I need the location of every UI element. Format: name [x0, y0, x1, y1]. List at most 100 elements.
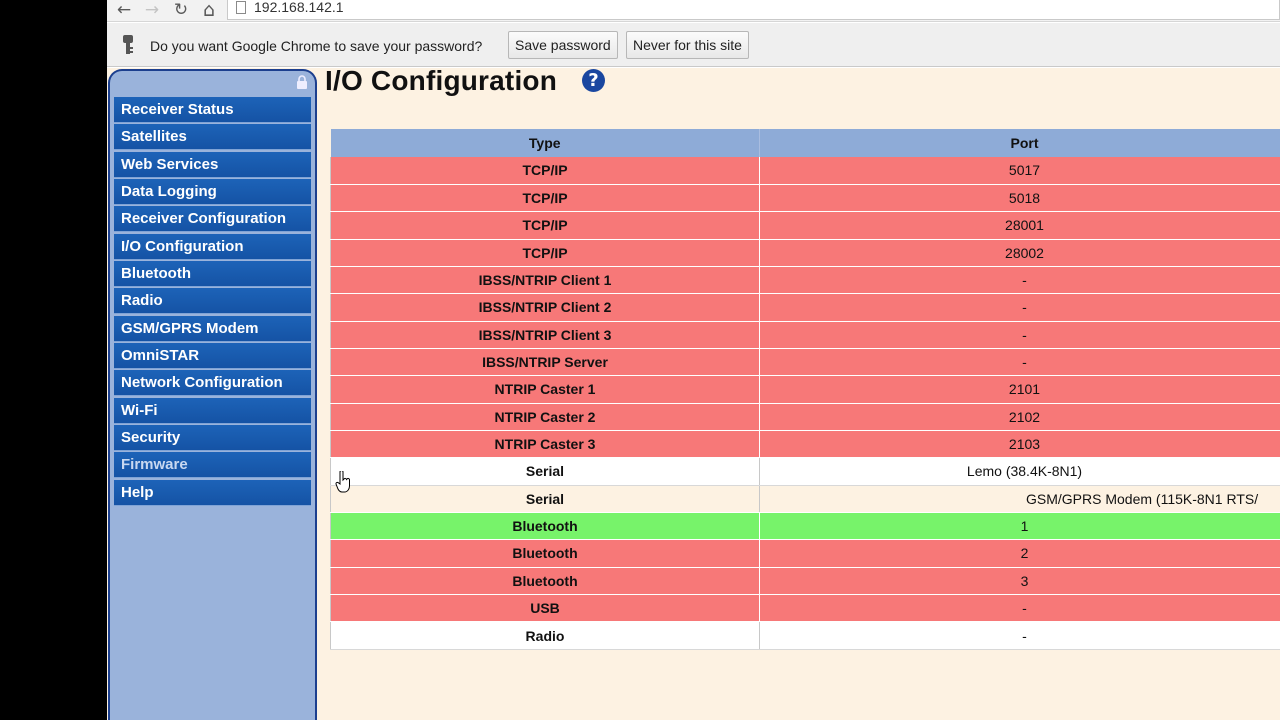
- type-cell: TCP/IP: [330, 184, 760, 213]
- table-body: TCP/IP 5017 TCP/IP 5018 TCP/IP 28001 TCP/IP 280…: [330, 157, 1280, 650]
- key-icon: [123, 35, 133, 54]
- port-value: -: [1022, 600, 1027, 617]
- type-cell: Bluetooth: [330, 512, 760, 541]
- table-row: Bluetooth 3: [330, 567, 1280, 596]
- sidebar-item-web-services[interactable]: Web Services: [114, 151, 311, 178]
- type-cell: NTRIP Caster 2: [330, 403, 760, 431]
- port-value: 28002: [1005, 244, 1044, 261]
- io-configuration-table: Type Port TCP/IP 5017 TCP/IP 5018 TCP/IP 2800…: [330, 129, 1280, 650]
- port-cell: Lemo (38.4K-8N1): [759, 457, 1280, 486]
- port-value: 2: [1020, 545, 1029, 562]
- help-icon[interactable]: ?: [582, 69, 605, 92]
- forward-arrow-icon[interactable]: →: [141, 0, 163, 20]
- never-save-button[interactable]: Never for this site: [626, 31, 749, 59]
- reload-icon[interactable]: ↻: [170, 0, 192, 20]
- port-value: 5017: [1008, 162, 1041, 179]
- sidebar-item-firmware[interactable]: Firmware: [114, 452, 311, 479]
- port-cell: 2: [759, 539, 1280, 568]
- table-row: NTRIP Caster 3 2103: [330, 430, 1280, 459]
- sidebar-item-receiver-configuration[interactable]: Receiver Configuration: [114, 206, 311, 233]
- back-arrow-icon[interactable]: ←: [113, 0, 135, 20]
- port-value: -: [1022, 272, 1027, 289]
- hand-cursor-icon: [335, 471, 350, 493]
- port-cell: 28001: [759, 211, 1280, 240]
- save-password-button[interactable]: Save password: [508, 31, 618, 59]
- port-value: Lemo (38.4K-8N1): [966, 463, 1083, 480]
- type-cell: Bluetooth: [330, 539, 760, 568]
- port-cell: -: [759, 321, 1280, 349]
- port-column-header: Port: [759, 129, 1280, 157]
- port-cell: 5018: [759, 184, 1280, 213]
- infobar-message: Do you want Google Chrome to save your p…: [150, 38, 483, 54]
- sidebar-item-receiver-status[interactable]: Receiver Status: [114, 97, 311, 123]
- port-value: GSM/GPRS Modem (115K-8N1 RTS/: [1026, 490, 1259, 507]
- type-column-header: Type: [330, 129, 760, 157]
- address-bar[interactable]: 192.168.142.1: [227, 0, 1280, 20]
- sidebar-item-data-logging[interactable]: Data Logging: [114, 179, 311, 206]
- port-value: -: [1022, 326, 1027, 343]
- table-row: TCP/IP 5018: [330, 184, 1280, 213]
- lock-icon[interactable]: [296, 75, 308, 89]
- port-value: 28001: [1005, 217, 1044, 234]
- sidebar-item-satellites[interactable]: Satellites: [114, 124, 311, 151]
- sidebar-item-radio[interactable]: Radio: [114, 288, 311, 315]
- page-content: Receiver Status Satellites Web Services Dat…: [107, 65, 1280, 720]
- type-cell: USB: [330, 594, 760, 623]
- type-cell: NTRIP Caster 3: [330, 430, 760, 459]
- browser-window: ← → ↻ ⌂ 192.168.142.1 Do you want Google…: [107, 0, 1280, 720]
- type-cell: TCP/IP: [330, 239, 760, 267]
- sidebar-item-network-configuration[interactable]: Network Configuration: [114, 370, 311, 397]
- table-row: NTRIP Caster 1 2101: [330, 375, 1280, 404]
- page-title: I/O Configuration: [325, 65, 558, 96]
- page-icon: [236, 1, 246, 14]
- port-value: -: [1022, 299, 1027, 316]
- type-cell: IBSS/NTRIP Client 1: [330, 266, 760, 295]
- sidebar-menu: Receiver Status Satellites Web Services Dat…: [114, 97, 311, 507]
- port-cell: -: [759, 594, 1280, 623]
- port-value: 3: [1020, 572, 1029, 589]
- save-password-infobar: Do you want Google Chrome to save your p…: [107, 23, 1280, 67]
- port-cell: 2103: [759, 430, 1280, 459]
- table-row: TCP/IP 28001: [330, 211, 1280, 240]
- type-cell: Bluetooth: [330, 567, 760, 596]
- table-row: Radio -: [330, 621, 1280, 650]
- port-cell: -: [759, 621, 1280, 650]
- type-cell: IBSS/NTRIP Server: [330, 348, 760, 377]
- table-row: Bluetooth 2: [330, 539, 1280, 568]
- sidebar-item-wi-fi[interactable]: Wi-Fi: [114, 397, 311, 424]
- table-row: TCP/IP 5017: [330, 157, 1280, 185]
- table-row: Bluetooth 1: [330, 512, 1280, 541]
- type-cell: Radio: [330, 621, 760, 650]
- sidebar-item-help[interactable]: Help: [114, 479, 311, 506]
- table-header-row: Type Port: [330, 129, 1280, 157]
- type-cell: NTRIP Caster 1: [330, 375, 760, 404]
- port-cell: -: [759, 348, 1280, 377]
- table-row: IBSS/NTRIP Server -: [330, 348, 1280, 377]
- port-cell: GSM/GPRS Modem (115K-8N1 RTS/: [759, 485, 1280, 513]
- table-row: USB -: [330, 594, 1280, 623]
- port-value: -: [1022, 627, 1027, 644]
- port-cell: 28002: [759, 239, 1280, 267]
- type-cell: TCP/IP: [330, 157, 760, 185]
- table-row: TCP/IP 28002: [330, 239, 1280, 267]
- type-cell: Serial: [330, 457, 760, 486]
- url-text: 192.168.142.1: [254, 0, 344, 15]
- sidebar-item-omnistar[interactable]: OmniSTAR: [114, 343, 311, 370]
- port-cell: -: [759, 266, 1280, 295]
- type-cell: TCP/IP: [330, 211, 760, 240]
- sidebar: Receiver Status Satellites Web Services Dat…: [108, 69, 317, 720]
- port-value: 1: [1020, 518, 1029, 535]
- table-row: IBSS/NTRIP Client 3 -: [330, 321, 1280, 349]
- port-cell: 1: [759, 512, 1280, 541]
- port-cell: 2101: [759, 375, 1280, 404]
- sidebar-item-bluetooth[interactable]: Bluetooth: [114, 261, 311, 288]
- home-icon[interactable]: ⌂: [198, 0, 220, 20]
- port-value: 2103: [1008, 436, 1041, 453]
- sidebar-item-security[interactable]: Security: [114, 425, 311, 452]
- table-row: Serial Lemo (38.4K-8N1): [330, 457, 1280, 486]
- sidebar-item-i-o-configuration[interactable]: I/O Configuration: [114, 233, 311, 260]
- port-cell: 2102: [759, 403, 1280, 431]
- sidebar-item-gsm-gprs-modem[interactable]: GSM/GPRS Modem: [114, 315, 311, 342]
- port-value: 5018: [1008, 190, 1041, 207]
- port-cell: -: [759, 293, 1280, 322]
